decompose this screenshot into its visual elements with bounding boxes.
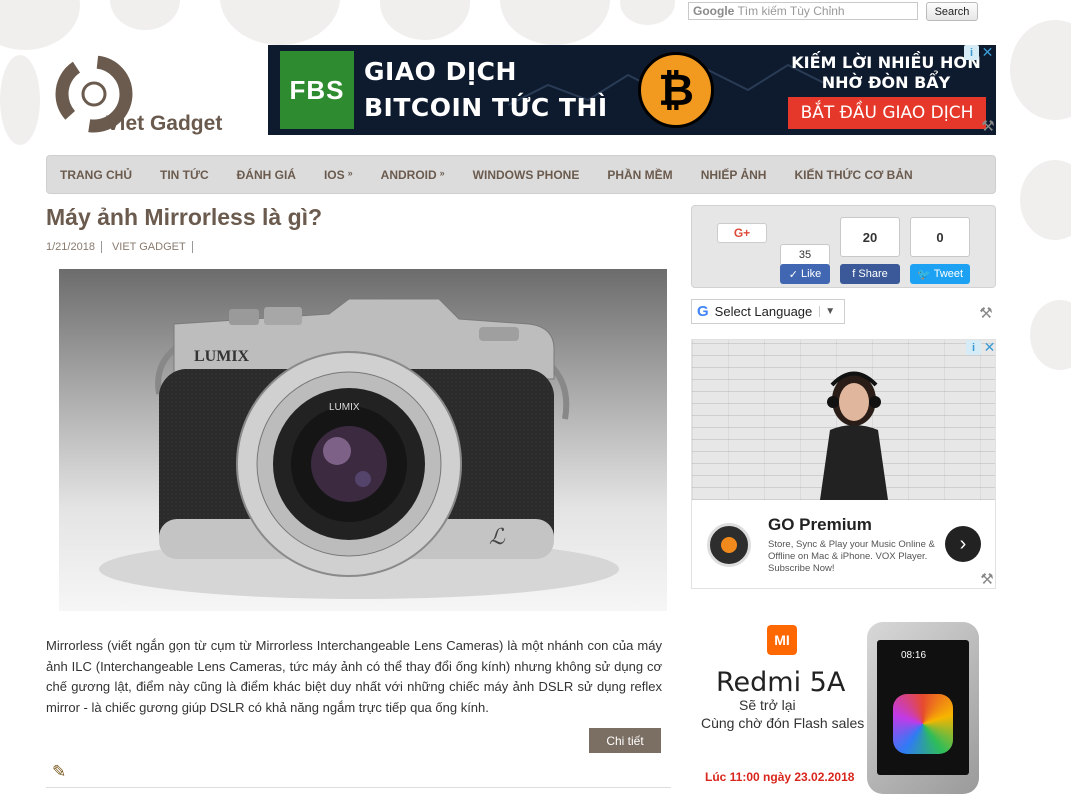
ad-tool-icon[interactable]: ⚒	[979, 571, 995, 588]
close-icon[interactable]: ✕	[980, 45, 995, 60]
post-image[interactable]: LUMIX LUMIX ℒ	[59, 269, 667, 611]
logo-text: Viet Gadget	[106, 112, 223, 135]
nav-item-ios[interactable]: IOS»	[324, 168, 353, 182]
post-title[interactable]: Máy ảnh Mirrorless là gì?	[46, 204, 671, 231]
svg-text:ℒ: ℒ	[489, 524, 506, 549]
site-logo[interactable]: Viet Gadget	[50, 52, 250, 142]
post-author[interactable]: VIET GADGET	[112, 241, 193, 253]
ad-subtitle: Sẽ trở lại	[739, 697, 796, 713]
ad-tagline: KIẾM LỜI NHIỀU HƠN NHỜ ĐÒN BẨY	[791, 53, 981, 92]
post-excerpt: Mirrorless (viết ngắn gọn từ cụm từ Mirr…	[46, 638, 662, 715]
nav-item-phan-mem[interactable]: PHẦN MỀM	[607, 168, 672, 182]
close-icon[interactable]: ✕	[982, 340, 995, 355]
edit-pencil-icon[interactable]: ✎	[52, 762, 66, 782]
google-prefix: Google	[693, 4, 735, 18]
ad-title: Redmi 5A	[716, 667, 846, 698]
adchoices-icon[interactable]: i	[964, 45, 979, 60]
read-more-button[interactable]: Chi tiết	[589, 728, 661, 753]
google-plus-button[interactable]: G+	[717, 223, 767, 243]
speaker-icon	[707, 523, 751, 567]
search-button[interactable]: Search	[926, 2, 978, 21]
lens-brand-label: LUMIX	[329, 402, 360, 413]
nav-item-kien-thuc-co-ban[interactable]: KIẾN THỨC CƠ BẢN	[794, 168, 912, 182]
post: Máy ảnh Mirrorless là gì? 1/21/2018 VIET…	[46, 204, 671, 788]
google-translate-select[interactable]: G Select Language ▼	[691, 299, 845, 324]
fb-like-count: 35	[780, 244, 830, 266]
tweet-count: 0	[910, 217, 970, 257]
chevron-right-icon[interactable]: ›	[945, 526, 981, 562]
phone-time: 08:16	[901, 650, 927, 661]
fb-share-count: 20	[840, 217, 900, 257]
widget-tool-icon[interactable]: ⚒	[978, 305, 994, 322]
top-banner-ad[interactable]: FBS GIAO DỊCH BITCOIN TỨC THÌ ₿ KIẾM LỜI…	[268, 45, 996, 135]
ad-photo	[692, 340, 995, 500]
nav-item-tin-tuc[interactable]: TIN TỨC	[160, 168, 209, 182]
bitcoin-icon: ₿	[638, 52, 714, 128]
submenu-arrow-icon: »	[439, 167, 445, 178]
ad-cta-button[interactable]: BẮT ĐẦU GIAO DỊCH	[788, 97, 986, 129]
divider	[46, 787, 671, 788]
facebook-share-button[interactable]: f Share	[840, 264, 900, 284]
ad-headline-1: GIAO DỊCH	[364, 57, 517, 86]
search-placeholder: Tìm kiếm Tùy Chỉnh	[737, 4, 845, 18]
ad-tool-icon[interactable]: ⚒	[980, 118, 996, 135]
google-g-icon: G	[697, 303, 709, 320]
redmi-ad[interactable]: MI Redmi 5A Sẽ trở lại Cùng chờ đón Flas…	[691, 605, 996, 796]
facebook-like-button[interactable]: ✓ Like	[780, 264, 830, 284]
post-date: 1/21/2018	[46, 241, 102, 253]
post-meta: 1/21/2018 VIET GADGET	[46, 241, 671, 253]
share-widget: G+ 35 ✓ Like 20 f Share 0 🐦 Tweet	[691, 205, 996, 288]
phone-image: 08:16	[867, 622, 979, 794]
nav-item-danh-gia[interactable]: ĐÁNH GIÁ	[237, 168, 296, 182]
search-input[interactable]: Google Tìm kiếm Tùy Chỉnh	[688, 2, 918, 20]
ad-title: GO Premium	[768, 515, 872, 534]
nav-item-android[interactable]: ANDROID»	[381, 168, 445, 182]
ad-description: Store, Sync & Play your Music Online & O…	[768, 539, 935, 574]
ad-headline-2: BITCOIN TỨC THÌ	[364, 93, 608, 122]
tweet-button[interactable]: 🐦 Tweet	[910, 264, 970, 284]
fbs-logo: FBS	[280, 51, 354, 129]
nav-item-windows-phone[interactable]: WINDOWS PHONE	[473, 168, 580, 182]
adchoices-icon[interactable]: i	[966, 340, 981, 355]
nav-item-nhiep-anh[interactable]: NHIẾP ẢNH	[701, 168, 767, 182]
camera-brand-label: LUMIX	[194, 348, 250, 365]
camera-illustration: LUMIX LUMIX ℒ	[99, 298, 619, 599]
chevron-down-icon: ▼	[819, 306, 835, 317]
main-nav: TRANG CHỦ TIN TỨC ĐÁNH GIÁ IOS» ANDROID»…	[46, 155, 996, 194]
translate-label: Select Language	[714, 304, 813, 319]
ad-subtitle-2: Cùng chờ đón Flash sales	[701, 715, 865, 731]
nav-item-trang-chu[interactable]: TRANG CHỦ	[60, 168, 132, 182]
submenu-arrow-icon: »	[347, 167, 353, 178]
mi-logo: MI	[767, 625, 797, 655]
go-premium-ad[interactable]: i ✕ GO Premium Store, Sync & Play your M…	[691, 339, 996, 589]
ad-date: Lúc 11:00 ngày 23.02.2018	[705, 770, 855, 784]
search-bar: Google Tìm kiếm Tùy Chỉnh Search	[686, 0, 996, 30]
